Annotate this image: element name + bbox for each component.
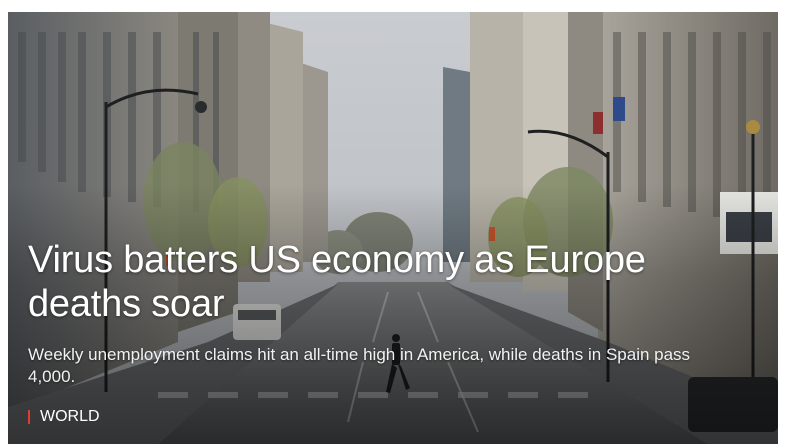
summary: Weekly unemployment claims hit an all-ti… <box>28 345 691 386</box>
section-marker <box>28 410 30 424</box>
headline[interactable]: Virus batters US economy as Europe death… <box>28 238 728 326</box>
section-label: WORLD <box>40 408 100 425</box>
news-card[interactable]: Virus batters US economy as Europe death… <box>8 12 778 444</box>
section-tag[interactable]: WORLD <box>28 407 100 427</box>
